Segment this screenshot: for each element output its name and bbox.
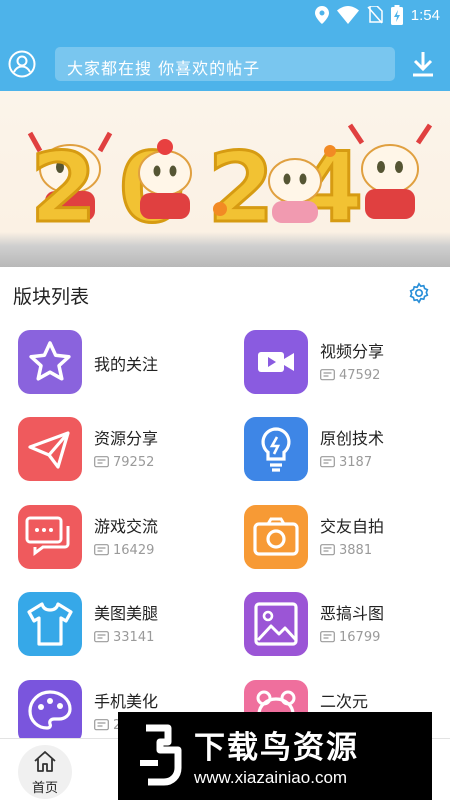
post-count-value: 33141 <box>113 630 155 645</box>
banner-illustration: 2024 <box>27 123 433 246</box>
board-name: 恶搞斗图 <box>320 604 385 623</box>
board-item-friends-selfie[interactable]: 交友自拍 3881 <box>244 505 450 577</box>
status-icons: 1:54 <box>314 5 440 25</box>
post-count: 47592 <box>320 368 380 383</box>
nav-home[interactable]: 首页 <box>18 745 72 799</box>
board-tile <box>18 680 82 744</box>
user-avatar-icon[interactable] <box>8 50 36 78</box>
board-name: 交友自拍 <box>320 517 385 536</box>
bird-logo-icon <box>140 724 182 786</box>
video-camera-icon <box>258 352 294 372</box>
comment-icon <box>320 456 335 468</box>
tshirt-icon <box>27 602 73 646</box>
board-tile <box>244 330 308 394</box>
watermark-url: www.xiazainiao.com <box>194 768 348 787</box>
comment-icon <box>320 369 335 381</box>
comment-icon <box>94 719 109 731</box>
board-tile <box>244 505 308 569</box>
post-count: 33141 <box>94 630 154 645</box>
board-list-title: 版块列表 <box>13 286 90 308</box>
watermark-banner: 下载鸟资源 www.xiazainiao.com <box>118 712 432 800</box>
dragon-figure-right-center <box>268 158 322 223</box>
lightbulb-icon <box>261 427 291 472</box>
paper-plane-icon <box>28 431 70 469</box>
post-count-value: 47592 <box>339 368 381 383</box>
board-list-header: 版块列表 <box>0 267 450 319</box>
download-icon[interactable] <box>410 50 436 78</box>
board-name: 视频分享 <box>320 342 385 361</box>
post-count: 16799 <box>320 630 380 645</box>
board-item-video-share[interactable]: 视频分享 47592 <box>244 330 450 402</box>
wifi-icon <box>336 6 359 24</box>
watermark-title: 下载鸟资源 <box>194 730 359 766</box>
comment-icon <box>94 456 109 468</box>
board-tile <box>244 592 308 656</box>
picture-icon <box>254 602 298 646</box>
board-tile <box>18 505 82 569</box>
board-name: 二次元 <box>320 692 369 711</box>
chat-bubbles-icon <box>25 516 70 556</box>
star-icon <box>29 341 71 381</box>
home-icon <box>34 751 56 772</box>
board-tile <box>18 417 82 481</box>
board-name: 手机美化 <box>94 692 159 711</box>
post-count: 3187 <box>320 455 372 470</box>
comment-icon <box>94 631 109 643</box>
nav-home-label: 首页 <box>31 781 58 796</box>
comment-icon <box>320 544 335 556</box>
top-bar: 大家都在搜 你喜欢的帖子 <box>0 44 450 84</box>
post-count-value: 79252 <box>113 455 155 470</box>
board-item-my-follows[interactable]: 我的关注 <box>18 330 228 402</box>
board-item-beauty-photos[interactable]: 美图美腿 33141 <box>18 592 228 664</box>
board-name: 原创技术 <box>320 429 385 448</box>
app-header: 1:54 大家都在搜 你喜欢的帖子 <box>0 0 450 91</box>
board-name: 资源分享 <box>94 429 159 448</box>
battery-charging-icon <box>390 5 403 25</box>
board-name: 我的关注 <box>94 355 159 374</box>
location-icon <box>314 6 329 24</box>
search-box[interactable]: 大家都在搜 你喜欢的帖子 <box>55 47 395 81</box>
no-sim-icon <box>367 6 383 24</box>
post-count-value: 3187 <box>339 455 373 470</box>
search-placeholder: 大家都在搜 你喜欢的帖子 <box>67 59 261 78</box>
board-item-original-tech[interactable]: 原创技术 3187 <box>244 417 450 489</box>
status-bar: 1:54 <box>0 0 450 30</box>
settings-gear-icon[interactable] <box>408 282 430 304</box>
status-time: 1:54 <box>410 6 440 24</box>
board-tile <box>18 592 82 656</box>
board-item-resource-share[interactable]: 资源分享 79252 <box>18 417 228 489</box>
post-count-value: 16799 <box>339 630 381 645</box>
post-count-value: 16429 <box>113 543 155 558</box>
post-count-value: 3881 <box>339 543 373 558</box>
board-name: 游戏交流 <box>94 517 159 536</box>
board-name: 美图美腿 <box>94 604 159 623</box>
palette-icon <box>28 690 72 730</box>
post-count: 79252 <box>94 455 154 470</box>
comment-icon <box>94 544 109 556</box>
banner-2024-dragon[interactable]: 2024 <box>0 91 450 267</box>
board-item-game-chat[interactable]: 游戏交流 16429 <box>18 505 228 577</box>
comment-icon <box>320 631 335 643</box>
post-count: 16429 <box>94 543 154 558</box>
post-count: 3881 <box>320 543 372 558</box>
board-tile <box>18 330 82 394</box>
board-item-funny-memes[interactable]: 恶搞斗图 16799 <box>244 592 450 664</box>
camera-icon <box>253 517 299 556</box>
board-tile <box>244 417 308 481</box>
